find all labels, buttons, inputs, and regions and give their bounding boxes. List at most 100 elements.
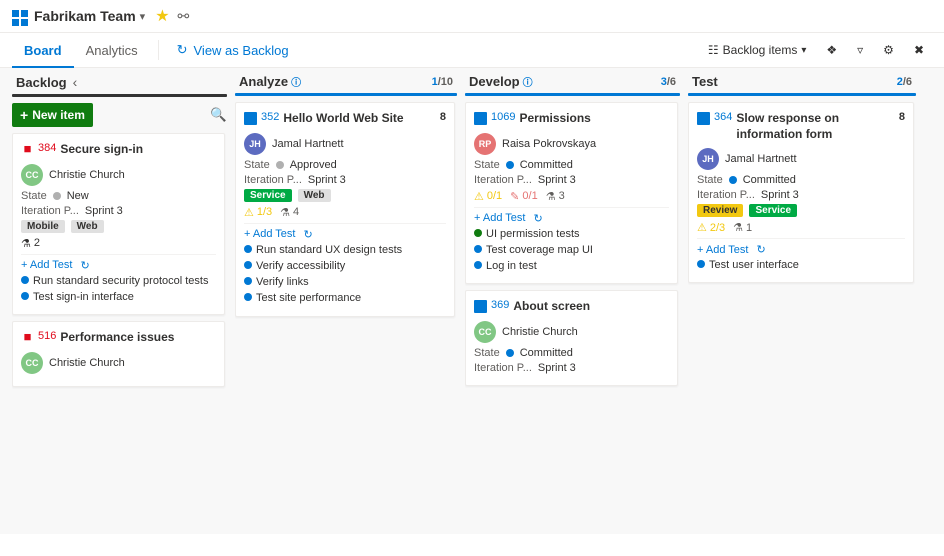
tag-service-352[interactable]: Service	[244, 189, 292, 202]
state-dot-384	[53, 192, 61, 200]
develop-cards-scroll: 1069 Permissions RP Raisa Pokrovskaya St…	[465, 102, 680, 526]
state-value-384: New	[67, 190, 89, 202]
link-icon-352[interactable]: ↻	[303, 228, 312, 241]
avatar-352: JH	[244, 133, 266, 155]
add-test-384[interactable]: + Add Test	[21, 259, 72, 271]
tag-mobile-384[interactable]: Mobile	[21, 220, 65, 233]
tag-web-352[interactable]: Web	[298, 189, 331, 202]
beaker-value-384: 2	[34, 237, 40, 249]
grid-icon	[12, 6, 28, 26]
card-516: ■ 516 Performance issues CC Christie Chu…	[12, 321, 225, 387]
favorite-star-icon[interactable]: ★	[155, 6, 169, 26]
tab-analytics[interactable]: Analytics	[74, 33, 150, 68]
card-title-1069[interactable]: Permissions	[519, 111, 590, 127]
nav-bar: Board Analytics ↻ View as Backlog ☷ Back…	[0, 33, 944, 68]
backlog-items-button[interactable]: ☷ Backlog items ▾	[700, 39, 815, 61]
team-chevron-icon[interactable]: ▾	[140, 10, 146, 23]
state-label-384: State	[21, 190, 47, 202]
story-icon-369	[474, 300, 487, 313]
sprint-value-364: Sprint 3	[761, 189, 799, 201]
state-row-1069: State Committed	[474, 159, 669, 171]
task-4-352: Test site performance	[244, 291, 446, 305]
add-test-364[interactable]: + Add Test	[697, 244, 748, 256]
test-column-header: Test 2/6	[688, 68, 916, 93]
task-dot-1-384	[21, 276, 29, 284]
task-2-384: Test sign-in interface	[21, 290, 216, 304]
new-item-button[interactable]: + New item	[12, 103, 93, 127]
tag-review-364[interactable]: Review	[697, 204, 743, 217]
avatar-384: CC	[21, 164, 43, 186]
expand-icon: ✖	[914, 43, 924, 57]
card-title-384[interactable]: Secure sign-in	[60, 142, 143, 158]
tab-board[interactable]: Board	[12, 33, 74, 68]
link-icon-1069[interactable]: ↻	[533, 212, 542, 225]
actions-1069: + Add Test ↻	[474, 212, 669, 225]
state-value-364: Committed	[743, 174, 796, 186]
pencil-icon-1069: ✎	[510, 190, 519, 203]
card-id-352: 352	[261, 111, 279, 123]
iteration-row-369: Iteration P... Sprint 3	[474, 362, 669, 374]
add-test-1069[interactable]: + Add Test	[474, 212, 525, 224]
person-row-364: JH Jamal Hartnett	[697, 148, 905, 170]
card-id-369: 369	[491, 299, 509, 311]
gear-icon: ⚙	[883, 43, 894, 57]
expand-button[interactable]: ✖	[906, 39, 932, 61]
board-body: Backlog ‹ + New item 🔍 ■ 384 Secure sign…	[0, 68, 944, 534]
state-row-352: State Approved	[244, 159, 446, 171]
settings-button[interactable]: ⚙	[875, 39, 902, 61]
link-icon-364[interactable]: ↻	[756, 243, 765, 256]
task-text-4-352: Test site performance	[256, 291, 361, 305]
metrics-364: ⚠ 2/3 ⚗ 1	[697, 221, 905, 234]
beaker-metric-1069: ⚗ 3	[546, 190, 565, 203]
person-row-352: JH Jamal Hartnett	[244, 133, 446, 155]
filter-button[interactable]: ▿	[849, 39, 871, 61]
metrics-1069: ⚠ 0/1 ✎ 0/1 ⚗ 3	[474, 190, 669, 203]
warning-value-364: 2/3	[710, 222, 725, 234]
backlog-title: Backlog	[16, 75, 67, 90]
card-title-516[interactable]: Performance issues	[60, 330, 174, 346]
state-dot-1069	[506, 161, 514, 169]
top-bar: Fabrikam Team ▾ ★ ⚯	[0, 0, 944, 33]
actions-364: + Add Test ↻	[697, 243, 905, 256]
card-id-384: 384	[38, 142, 56, 154]
card-384: ■ 384 Secure sign-in CC Christie Church …	[12, 133, 225, 315]
settings-sliders-button[interactable]: ❖	[818, 39, 845, 61]
add-test-352[interactable]: + Add Test	[244, 228, 295, 240]
card-352: 352 Hello World Web Site 8 JH Jamal Hart…	[235, 102, 455, 317]
card-title-364[interactable]: Slow response on information form	[736, 111, 895, 142]
search-button[interactable]: 🔍	[210, 107, 227, 123]
tags-row-384: Mobile Web	[21, 220, 216, 233]
state-dot-352	[276, 161, 284, 169]
team-members-icon[interactable]: ⚯	[178, 8, 190, 25]
tag-service-364[interactable]: Service	[749, 204, 797, 217]
board-container: Backlog ‹ + New item 🔍 ■ 384 Secure sign…	[0, 68, 944, 534]
warning-metric-1069: ⚠ 0/1	[474, 190, 502, 203]
develop-info-icon[interactable]: ⓘ	[523, 74, 533, 89]
task-text-1-364: Test user interface	[709, 258, 799, 272]
pencil-metric-1069: ✎ 0/1	[510, 190, 538, 203]
person-name-369: Christie Church	[502, 326, 578, 338]
develop-title: Develop	[469, 74, 520, 89]
view-as-backlog-button[interactable]: ↻ View as Backlog	[167, 36, 299, 64]
sprint-value-384: Sprint 3	[85, 205, 123, 217]
link-icon-384[interactable]: ↻	[80, 259, 89, 272]
beaker-icon-384: ⚗	[21, 237, 31, 250]
card-title-369[interactable]: About screen	[513, 299, 590, 315]
iteration-label-364: Iteration P...	[697, 189, 755, 201]
card-title-352[interactable]: Hello World Web Site	[283, 111, 403, 127]
beaker-value-364: 1	[746, 222, 752, 234]
tag-web-384[interactable]: Web	[71, 220, 104, 233]
backlog-view-icon: ↻	[177, 42, 188, 58]
plus-icon: +	[20, 107, 28, 123]
task-1-352: Run standard UX design tests	[244, 243, 446, 257]
task-1-364: Test user interface	[697, 258, 905, 272]
task-dot-3-1069	[474, 261, 482, 269]
person-row-1069: RP Raisa Pokrovskaya	[474, 133, 669, 155]
test-cards-scroll: 364 Slow response on information form 8 …	[688, 102, 916, 526]
card-id-364: 364	[714, 111, 732, 123]
backlog-column-header: Backlog ‹	[12, 68, 227, 94]
develop-count-current: 3	[661, 76, 667, 88]
analyze-info-icon[interactable]: ⓘ	[291, 74, 301, 89]
backlog-collapse-button[interactable]: ‹	[73, 74, 78, 90]
metrics-384: ⚗ 2	[21, 237, 216, 250]
